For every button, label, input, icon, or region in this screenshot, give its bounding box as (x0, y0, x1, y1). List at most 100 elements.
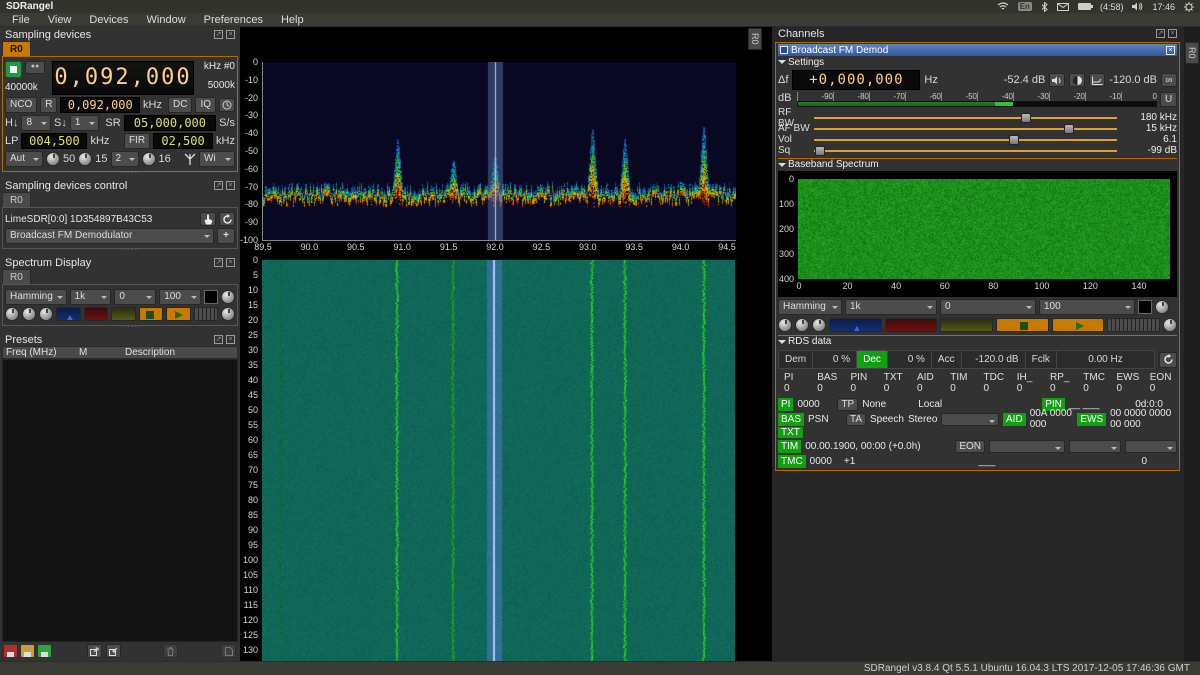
close-channel-icon[interactable]: × (1166, 46, 1175, 55)
bb-invert-waterfall-button[interactable] (996, 318, 1049, 332)
histogram-mode-button[interactable] (56, 307, 81, 321)
panel-splitter[interactable] (2, 249, 238, 256)
hide-icon[interactable]: × (226, 181, 235, 190)
clock[interactable]: 17:46 (1152, 2, 1175, 12)
session-gear-icon[interactable] (1184, 2, 1194, 12)
presets-list[interactable] (2, 359, 238, 642)
audio-filter-button[interactable] (1089, 73, 1105, 87)
lna-gain-knob[interactable] (46, 152, 60, 166)
bb-combo-mode-button[interactable] (940, 318, 993, 332)
delete-preset-button[interactable] (163, 644, 178, 658)
rds-pty-select[interactable] (941, 413, 999, 426)
bb-ref-swatch[interactable] (1138, 300, 1152, 314)
volume-handle[interactable] (1009, 135, 1019, 145)
pga-gain-knob[interactable] (142, 152, 156, 166)
bb-fft-select[interactable]: 1k (845, 299, 937, 315)
rds-eon-select-1[interactable] (989, 440, 1065, 453)
fft-window-select[interactable]: Hamming (5, 289, 67, 305)
dc-block-button[interactable]: DC (168, 97, 192, 113)
transverter-clock-button[interactable] (219, 98, 235, 112)
spectrum-tab-r0[interactable]: R0 (2, 269, 31, 284)
combo-mode-button[interactable] (111, 307, 136, 321)
nco-button[interactable]: NCO (5, 97, 37, 113)
refresh-select[interactable]: 100 (159, 289, 201, 305)
sample-rate-display[interactable]: 05,000,000 (124, 115, 216, 131)
rds-reset-button[interactable] (1159, 352, 1177, 368)
volume-icon[interactable] (1132, 2, 1143, 11)
menu-item-5[interactable]: Help (273, 14, 312, 26)
battery-time[interactable]: (4:58) (1100, 2, 1124, 12)
lp-filter-display[interactable]: 004,500 (21, 133, 87, 149)
invert-waterfall-button[interactable] (139, 307, 164, 321)
presets-col-freq[interactable]: Freq (MHz) (3, 347, 79, 358)
rollup-checkbox[interactable] (780, 46, 788, 54)
control-tab-r0[interactable]: R0 (2, 192, 31, 207)
hw-decim-select[interactable]: 8 (21, 115, 51, 131)
undock-icon[interactable]: ↗ (214, 258, 223, 267)
grid-intensity-knob[interactable] (221, 307, 235, 321)
sw-decim-select[interactable]: 1 (70, 115, 100, 131)
bb-histogram-mode-button[interactable] (829, 318, 882, 332)
rf-waterfall-plot[interactable] (262, 260, 735, 675)
af-bw-slider[interactable] (814, 124, 1117, 134)
undock-icon[interactable]: ↗ (214, 181, 223, 190)
nco-frequency-display[interactable]: 0,092,000 (60, 97, 140, 113)
undock-icon[interactable]: ↗ (1156, 29, 1165, 38)
add-channel-button[interactable]: + (217, 228, 235, 244)
channel-plugin-select[interactable]: Broadcast FM Demodulator (5, 228, 214, 244)
bfm-demod-titlebar[interactable]: Broadcast FM Demod × (778, 44, 1177, 56)
hide-icon[interactable]: × (226, 30, 235, 39)
rds-eon-button[interactable]: EON (955, 440, 985, 453)
bb-ref-knob[interactable] (1155, 300, 1169, 314)
volume-slider[interactable] (814, 135, 1117, 145)
squelch-loop-button[interactable]: ∞ (1161, 73, 1177, 87)
bb-grid-button[interactable] (1107, 318, 1160, 332)
menu-item-0[interactable]: File (4, 14, 38, 26)
presets-col-m[interactable]: M (79, 347, 125, 358)
gain-mode-select[interactable]: Aut (5, 151, 43, 167)
tia-gain-knob[interactable] (78, 152, 92, 166)
rf-spectrum-plot[interactable] (262, 62, 736, 241)
squelch-slider[interactable] (814, 146, 1117, 156)
bb-decay-knob[interactable] (778, 318, 792, 332)
rf-bw-slider[interactable] (814, 113, 1117, 123)
hide-icon[interactable]: × (226, 258, 235, 267)
reference-level-swatch[interactable] (204, 290, 218, 304)
bluetooth-icon[interactable] (1041, 2, 1048, 12)
stroke-knob[interactable] (22, 307, 36, 321)
save-preset-red-icon[interactable] (4, 645, 17, 657)
hide-icon[interactable]: × (226, 335, 235, 344)
presets-col-description[interactable]: Description (125, 347, 237, 358)
device-reload-button[interactable] (219, 212, 235, 226)
waterfall-mode-button[interactable] (84, 307, 109, 321)
bb-window-select[interactable]: Hamming (778, 299, 842, 315)
preset-file-button[interactable] (221, 644, 236, 658)
rf-bw-handle[interactable] (1021, 113, 1031, 123)
bb-waterfall-mode-button[interactable] (885, 318, 938, 332)
menu-item-1[interactable]: View (40, 14, 80, 26)
rds-decoder-button[interactable]: Dec (857, 351, 888, 368)
start-stop-button[interactable] (5, 61, 22, 78)
wifi-icon[interactable] (997, 2, 1009, 11)
undock-icon[interactable]: ↗ (214, 30, 223, 39)
hide-icon[interactable]: × (1168, 29, 1177, 38)
keyboard-layout-indicator[interactable]: En (1018, 2, 1032, 11)
center-frequency-display[interactable]: 0,092,000 (52, 61, 194, 95)
random-button[interactable]: R (40, 97, 57, 113)
af-bw-handle[interactable] (1064, 124, 1074, 134)
export-preset-button[interactable] (87, 644, 102, 658)
menu-item-3[interactable]: Window (139, 14, 194, 26)
bb-range-knob[interactable] (812, 318, 826, 332)
panel-splitter[interactable] (2, 172, 238, 179)
fft-size-select[interactable]: 1k (70, 289, 112, 305)
averaging-select[interactable]: 0 (114, 289, 156, 305)
delta-f-display[interactable]: +0,000,000 (792, 70, 920, 90)
menu-item-4[interactable]: Preferences (196, 14, 271, 26)
spectrum-vertical-tab-r0[interactable]: R0 (748, 28, 762, 50)
device-tab-r0[interactable]: R0 (2, 41, 31, 56)
import-preset-button[interactable] (106, 644, 121, 658)
bb-grid-knob[interactable] (1163, 318, 1177, 332)
bb-stroke-knob[interactable] (795, 318, 809, 332)
menu-item-2[interactable]: Devices (81, 14, 136, 26)
decay-knob[interactable] (5, 307, 19, 321)
